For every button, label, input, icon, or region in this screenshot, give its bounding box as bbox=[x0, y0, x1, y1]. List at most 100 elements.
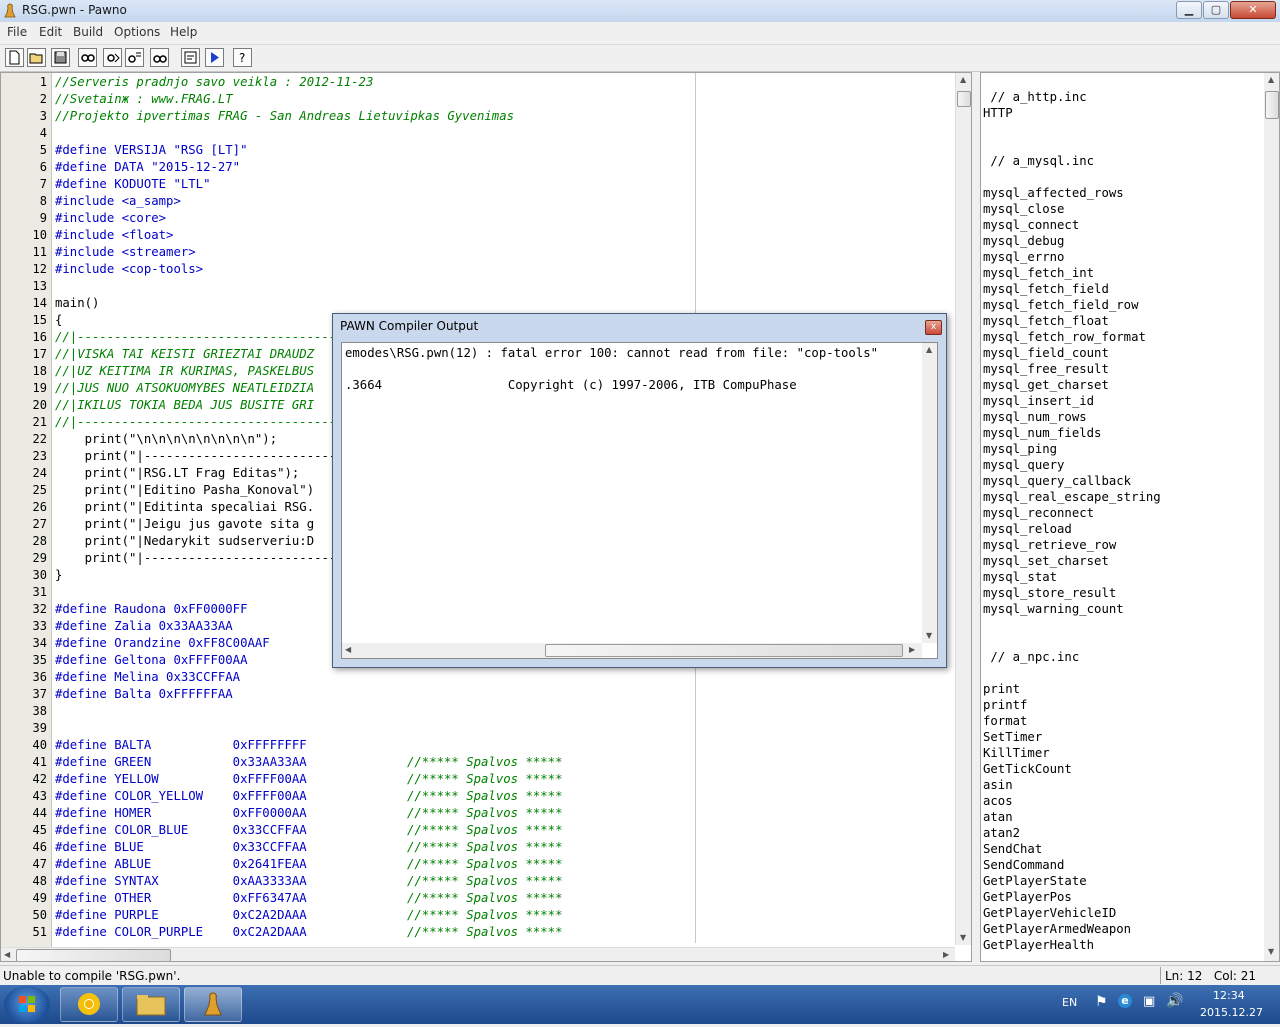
function-item[interactable]: GetPlayerState bbox=[983, 874, 1087, 888]
scroll-right-icon[interactable]: ▶ bbox=[943, 950, 949, 959]
function-item[interactable]: mysql_set_charset bbox=[983, 554, 1109, 568]
minimize-button[interactable]: ▁ bbox=[1176, 1, 1202, 19]
find-next-button[interactable] bbox=[103, 48, 122, 67]
function-item[interactable]: mysql_close bbox=[983, 202, 1064, 216]
line-number: 22 bbox=[32, 432, 47, 446]
function-item[interactable]: format bbox=[983, 714, 1027, 728]
function-item[interactable]: mysql_fetch_float bbox=[983, 314, 1109, 328]
scroll-down-icon[interactable]: ▼ bbox=[960, 933, 966, 942]
function-item[interactable]: mysql_field_count bbox=[983, 346, 1109, 360]
function-item[interactable]: atan bbox=[983, 810, 1013, 824]
clock-date[interactable]: 2015.12.27 bbox=[1200, 1006, 1263, 1019]
function-item[interactable]: acos bbox=[983, 794, 1013, 808]
function-item[interactable]: SetTimer bbox=[983, 730, 1042, 744]
function-item[interactable]: mysql_fetch_int bbox=[983, 266, 1094, 280]
function-item[interactable]: mysql_debug bbox=[983, 234, 1064, 248]
output-hscroll-thumb[interactable] bbox=[545, 644, 903, 657]
function-item[interactable]: mysql_store_result bbox=[983, 586, 1116, 600]
function-item[interactable]: mysql_retrieve_row bbox=[983, 538, 1116, 552]
function-item[interactable]: mysql_query_callback bbox=[983, 474, 1131, 488]
function-item[interactable]: mysql_errno bbox=[983, 250, 1064, 264]
editor-vertical-scrollbar[interactable]: ▲ ▼ bbox=[955, 73, 971, 945]
menu-options[interactable]: Options bbox=[114, 25, 160, 39]
function-item[interactable]: HTTP bbox=[983, 106, 1013, 120]
taskbar-pawno[interactable] bbox=[184, 987, 242, 1022]
help-button[interactable]: ? bbox=[233, 48, 252, 67]
function-item[interactable]: SendCommand bbox=[983, 858, 1064, 872]
language-indicator[interactable]: EN bbox=[1062, 996, 1077, 1009]
function-item[interactable]: GetPlayerVehicleID bbox=[983, 906, 1116, 920]
scroll-left-icon[interactable]: ◀ bbox=[345, 645, 351, 654]
function-item[interactable]: mysql_fetch_field bbox=[983, 282, 1109, 296]
function-list-scrollbar[interactable]: ▲ ▼ bbox=[1264, 73, 1279, 961]
code-line: #define BLUE 0x33CCFFAA bbox=[55, 840, 307, 854]
menu-file[interactable]: File bbox=[7, 25, 27, 39]
function-item[interactable]: GetPlayerArmedWeapon bbox=[983, 922, 1131, 936]
output-horizontal-scrollbar[interactable]: ◀ ▶ bbox=[342, 643, 922, 658]
function-item[interactable]: mysql_fetch_field_row bbox=[983, 298, 1138, 312]
start-button[interactable] bbox=[4, 986, 50, 1023]
function-list-scroll-thumb[interactable] bbox=[1265, 91, 1279, 119]
function-item[interactable]: mysql_stat bbox=[983, 570, 1057, 584]
dialog-close-button[interactable]: x bbox=[925, 320, 942, 335]
open-file-button[interactable] bbox=[27, 48, 46, 67]
function-item[interactable]: mysql_insert_id bbox=[983, 394, 1094, 408]
function-item[interactable]: mysql_get_charset bbox=[983, 378, 1109, 392]
compiler-output-text[interactable]: emodes\RSG.pwn(12) : fatal error 100: ca… bbox=[341, 342, 938, 659]
function-item[interactable]: asin bbox=[983, 778, 1013, 792]
menu-build[interactable]: Build bbox=[73, 25, 103, 39]
function-item[interactable]: mysql_query bbox=[983, 458, 1064, 472]
function-item[interactable]: mysql_num_rows bbox=[983, 410, 1087, 424]
ie-icon[interactable]: e bbox=[1118, 994, 1132, 1008]
maximize-button[interactable]: ▢ bbox=[1203, 1, 1229, 19]
find-button[interactable] bbox=[78, 48, 97, 67]
action-center-icon[interactable]: ⚑ bbox=[1095, 994, 1108, 1010]
function-item[interactable]: SendChat bbox=[983, 842, 1042, 856]
function-item[interactable]: GetTickCount bbox=[983, 762, 1072, 776]
scroll-left-icon[interactable]: ◀ bbox=[4, 950, 10, 959]
taskbar-explorer[interactable] bbox=[122, 987, 180, 1022]
function-item[interactable]: atan2 bbox=[983, 826, 1020, 840]
function-item[interactable]: GetPlayerHealth bbox=[983, 938, 1094, 952]
scroll-up-icon[interactable]: ▲ bbox=[926, 345, 932, 354]
function-item[interactable]: mysql_connect bbox=[983, 218, 1079, 232]
function-item[interactable]: mysql_fetch_row_format bbox=[983, 330, 1146, 344]
replace-all-button[interactable] bbox=[150, 48, 169, 67]
function-item[interactable]: mysql_warning_count bbox=[983, 602, 1124, 616]
volume-icon[interactable]: 🔊 bbox=[1166, 993, 1183, 1009]
menu-edit[interactable]: Edit bbox=[39, 25, 62, 39]
scroll-up-icon[interactable]: ▲ bbox=[960, 75, 966, 84]
output-vertical-scrollbar[interactable]: ▲ ▼ bbox=[922, 343, 937, 643]
function-item[interactable]: GetPlayerPos bbox=[983, 890, 1072, 904]
function-item[interactable]: mysql_real_escape_string bbox=[983, 490, 1161, 504]
function-list-panel[interactable]: // a_http.inc HTTP // a_mysql.inc mysql_af… bbox=[980, 72, 1280, 962]
scroll-down-icon[interactable]: ▼ bbox=[926, 631, 932, 640]
menu-help[interactable]: Help bbox=[170, 25, 197, 39]
clock-time[interactable]: 12:34 bbox=[1213, 989, 1245, 1002]
editor-hscroll-thumb[interactable] bbox=[16, 949, 171, 961]
line-number: 34 bbox=[32, 636, 47, 650]
editor-vscroll-thumb[interactable] bbox=[957, 91, 971, 107]
compile-button[interactable] bbox=[205, 48, 224, 67]
function-item[interactable]: mysql_reload bbox=[983, 522, 1072, 536]
taskbar-chrome[interactable] bbox=[60, 987, 118, 1022]
editor-horizontal-scrollbar[interactable]: ◀ ▶ bbox=[1, 947, 955, 961]
network-icon[interactable]: ▣ bbox=[1143, 994, 1155, 1009]
new-file-button[interactable] bbox=[5, 48, 24, 67]
function-item[interactable]: mysql_affected_rows bbox=[983, 186, 1124, 200]
goto-button[interactable] bbox=[181, 48, 200, 67]
function-item[interactable]: mysql_num_fields bbox=[983, 426, 1101, 440]
function-item[interactable]: mysql_reconnect bbox=[983, 506, 1094, 520]
replace-button[interactable] bbox=[125, 48, 144, 67]
save-file-button[interactable] bbox=[51, 48, 70, 67]
function-item[interactable]: mysql_free_result bbox=[983, 362, 1109, 376]
scroll-right-icon[interactable]: ▶ bbox=[909, 645, 915, 654]
chrome-icon bbox=[78, 993, 100, 1015]
scroll-up-icon[interactable]: ▲ bbox=[1268, 75, 1274, 84]
scroll-down-icon[interactable]: ▼ bbox=[1268, 947, 1274, 956]
close-button[interactable]: ✕ bbox=[1230, 1, 1276, 19]
function-item[interactable]: printf bbox=[983, 698, 1027, 712]
function-item[interactable]: print bbox=[983, 682, 1020, 696]
function-item[interactable]: mysql_ping bbox=[983, 442, 1057, 456]
function-item[interactable]: KillTimer bbox=[983, 746, 1050, 760]
